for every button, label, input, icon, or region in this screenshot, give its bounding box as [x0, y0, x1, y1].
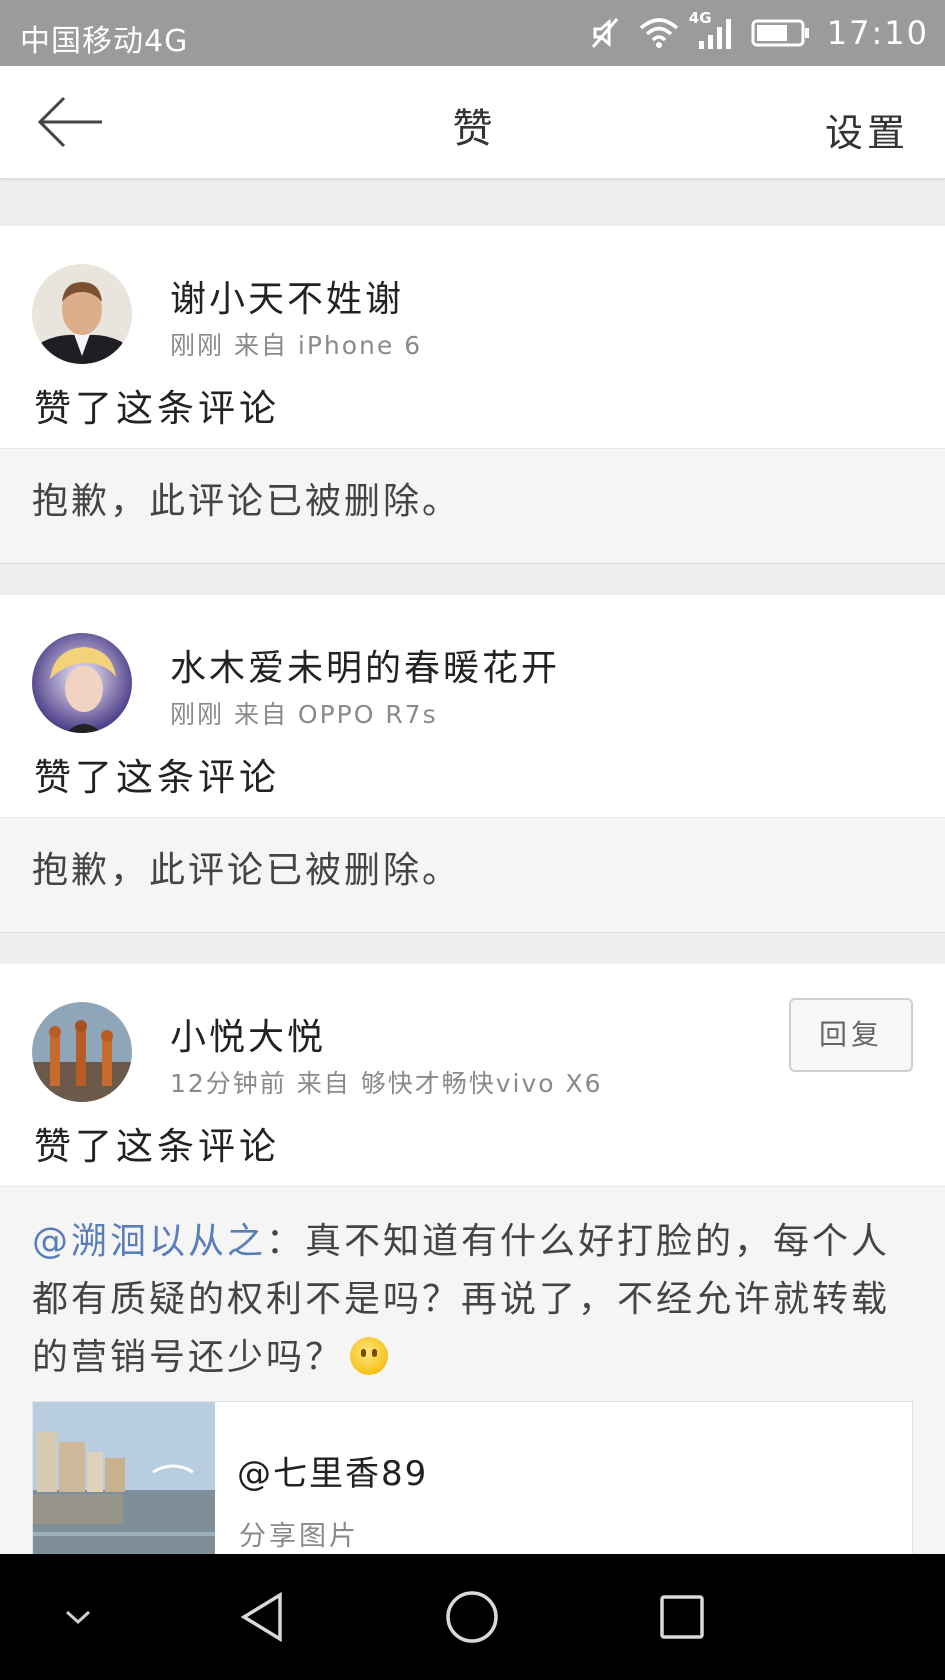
liked-comment: @溯洄以从之：真不知道有什么好打脸的，每个人都有质疑的权利不是吗？再说了，不经允…: [0, 1186, 945, 1554]
mention-link[interactable]: @溯洄以从之: [32, 1221, 266, 1262]
shared-post-preview[interactable]: @七里香89 分享图片: [32, 1401, 913, 1554]
clock: 17:10: [826, 14, 929, 52]
shared-post-user[interactable]: @七里香89: [237, 1446, 428, 1495]
recents-square-icon[interactable]: [642, 1554, 722, 1680]
post-meta: 12分钟前 来自 够快才畅快vivo X6: [170, 1069, 603, 1098]
battery-icon: [751, 18, 811, 48]
username[interactable]: 水木爱未明的春暖花开: [170, 639, 560, 691]
carrier-label: 中国移动4G: [20, 24, 189, 59]
mute-icon: [587, 15, 623, 51]
post-meta: 刚刚 来自 iPhone 6: [170, 331, 423, 360]
deleted-comment: 抱歉，此评论已被删除。: [0, 817, 945, 933]
wifi-icon: [639, 16, 679, 50]
settings-button[interactable]: 设置: [825, 102, 909, 157]
home-circle-icon[interactable]: [432, 1554, 512, 1680]
comment-text: @溯洄以从之：真不知道有什么好打脸的，每个人都有质疑的权利不是吗？再说了，不经允…: [32, 1187, 913, 1387]
shared-image-thumbnail[interactable]: [33, 1402, 215, 1554]
avatar[interactable]: [32, 633, 132, 733]
post-meta: 刚刚 来自 OPPO R7s: [170, 700, 438, 729]
username[interactable]: 小悦大悦: [170, 1008, 326, 1060]
status-bar: 中国移动4G 4G 17:10: [0, 0, 945, 66]
like-notification-card: 水木爱未明的春暖花开 刚刚 来自 OPPO R7s 赞了这条评论 抱歉，此评论已…: [0, 595, 945, 933]
network-badge: 4G: [688, 9, 712, 27]
shared-post-subtitle: 分享图片: [239, 1521, 359, 1552]
username[interactable]: 谢小天不姓谢: [170, 270, 404, 322]
chevron-down-icon[interactable]: [40, 1554, 116, 1680]
page-title: 赞: [452, 106, 493, 152]
like-notification-card: 小悦大悦 12分钟前 来自 够快才畅快vivo X6 回复 赞了这条评论 @溯洄…: [0, 964, 945, 1554]
smile-emoji-icon: [350, 1337, 389, 1375]
back-triangle-icon[interactable]: [222, 1554, 302, 1680]
avatar[interactable]: [32, 1002, 132, 1102]
system-navigation-bar: [0, 1554, 945, 1680]
signal-icon: 4G: [689, 9, 735, 51]
deleted-comment: 抱歉，此评论已被删除。: [0, 448, 945, 564]
action-text: 赞了这条评论: [34, 756, 280, 799]
action-text: 赞了这条评论: [34, 387, 280, 430]
reply-button[interactable]: 回复: [789, 998, 913, 1072]
action-text: 赞了这条评论: [34, 1125, 280, 1168]
avatar[interactable]: [32, 264, 132, 364]
like-notification-card: 谢小天不姓谢 刚刚 来自 iPhone 6 赞了这条评论 抱歉，此评论已被删除。: [0, 226, 945, 564]
header-bar: 赞 设置: [0, 66, 945, 179]
